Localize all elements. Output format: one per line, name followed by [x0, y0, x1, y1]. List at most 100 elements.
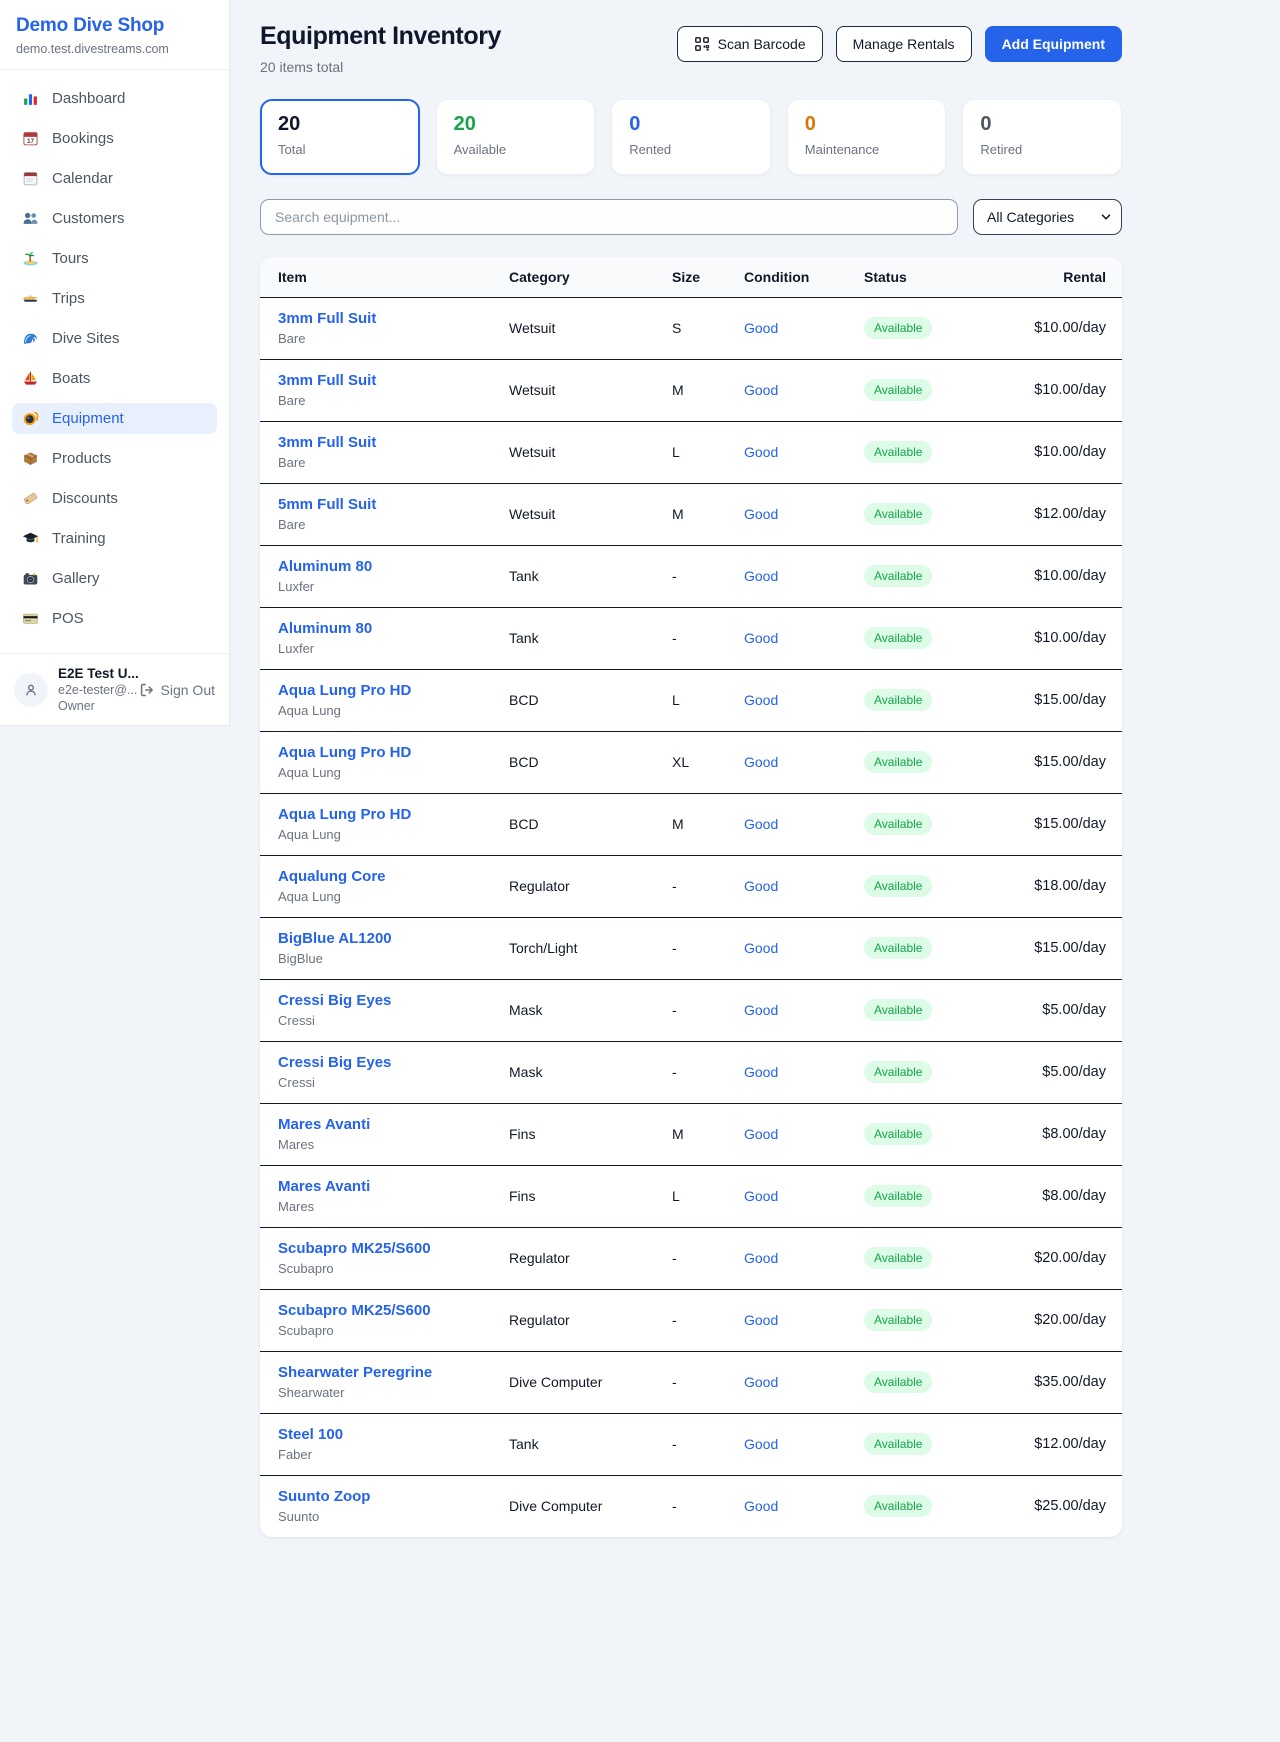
- stat-label: Available: [454, 142, 578, 157]
- item-name-link[interactable]: 3mm Full Suit: [278, 310, 376, 327]
- item-rental: $18.00/day: [1004, 855, 1122, 917]
- sidebar-item-products[interactable]: Products: [12, 443, 217, 474]
- brand-title[interactable]: Demo Dive Shop: [16, 15, 213, 37]
- pos-icon: [22, 610, 39, 627]
- filter-row: All Categories: [260, 199, 1122, 235]
- item-name-link[interactable]: Aqua Lung Pro HD: [278, 744, 411, 761]
- status-badge: Available: [864, 1247, 932, 1269]
- item-name-link[interactable]: Aluminum 80: [278, 620, 372, 637]
- table-row: Mares Avanti Mares Fins L Good Available…: [260, 1165, 1122, 1227]
- item-name-link[interactable]: Shearwater Peregrine: [278, 1364, 432, 1381]
- sidebar-item-dashboard[interactable]: Dashboard: [12, 83, 217, 114]
- sidebar-item-pos[interactable]: POS: [12, 603, 217, 634]
- item-name-link[interactable]: 3mm Full Suit: [278, 434, 376, 451]
- item-name-link[interactable]: 5mm Full Suit: [278, 496, 376, 513]
- item-condition-link[interactable]: Good: [744, 816, 778, 832]
- item-name-link[interactable]: Cressi Big Eyes: [278, 992, 391, 1009]
- stats-row: 20 Total 20 Available 0 Rented 0 Mainten…: [260, 99, 1122, 175]
- item-size: -: [672, 1475, 744, 1537]
- main-content: Equipment Inventory 20 items total: [230, 0, 1280, 1537]
- item-name-link[interactable]: Aqua Lung Pro HD: [278, 682, 411, 699]
- item-condition-link[interactable]: Good: [744, 568, 778, 584]
- item-size: L: [672, 1165, 744, 1227]
- item-condition-link[interactable]: Good: [744, 1126, 778, 1142]
- item-name-link[interactable]: Mares Avanti: [278, 1116, 370, 1133]
- item-name-link[interactable]: Suunto Zoop: [278, 1488, 370, 1505]
- item-brand: Scubapro: [278, 1261, 509, 1276]
- item-condition-link[interactable]: Good: [744, 444, 778, 460]
- table-header: Item Category Size Condition Status Rent…: [260, 257, 1122, 297]
- stat-card-total[interactable]: 20 Total: [260, 99, 420, 175]
- scan-barcode-button[interactable]: Scan Barcode: [677, 26, 823, 62]
- item-condition-link[interactable]: Good: [744, 630, 778, 646]
- stat-label: Total: [278, 142, 402, 157]
- add-equipment-button[interactable]: Add Equipment: [985, 26, 1122, 62]
- item-condition-link[interactable]: Good: [744, 1250, 778, 1266]
- item-condition-link[interactable]: Good: [744, 382, 778, 398]
- item-condition-link[interactable]: Good: [744, 1498, 778, 1514]
- sidebar-item-label: Dashboard: [52, 90, 125, 107]
- sidebar-item-customers[interactable]: Customers: [12, 203, 217, 234]
- item-condition-link[interactable]: Good: [744, 1064, 778, 1080]
- status-badge: Available: [864, 379, 932, 401]
- calendar-icon: [22, 170, 39, 187]
- items-total: 20 items total: [260, 59, 501, 75]
- sidebar-nav: Dashboard 17 Bookings Calendar Customers…: [0, 70, 229, 653]
- item-name-link[interactable]: 3mm Full Suit: [278, 372, 376, 389]
- item-condition-link[interactable]: Good: [744, 1312, 778, 1328]
- item-rental: $15.00/day: [1004, 917, 1122, 979]
- stat-card-maintenance[interactable]: 0 Maintenance: [787, 99, 947, 175]
- category-select[interactable]: All Categories: [973, 199, 1122, 235]
- item-condition-link[interactable]: Good: [744, 1374, 778, 1390]
- status-badge: Available: [864, 317, 932, 339]
- sidebar-item-training[interactable]: Training: [12, 523, 217, 554]
- item-condition-link[interactable]: Good: [744, 1002, 778, 1018]
- manage-rentals-button[interactable]: Manage Rentals: [836, 26, 972, 62]
- item-name-link[interactable]: Aluminum 80: [278, 558, 372, 575]
- stat-card-retired[interactable]: 0 Retired: [962, 99, 1122, 175]
- item-rental: $8.00/day: [1004, 1165, 1122, 1227]
- item-name-link[interactable]: Aqua Lung Pro HD: [278, 806, 411, 823]
- item-brand: Luxfer: [278, 641, 509, 656]
- item-brand: Luxfer: [278, 579, 509, 594]
- bookings-icon: 17: [22, 130, 39, 147]
- item-condition-link[interactable]: Good: [744, 506, 778, 522]
- item-name-link[interactable]: Aqualung Core: [278, 868, 386, 885]
- item-condition-link[interactable]: Good: [744, 878, 778, 894]
- sidebar-item-discounts[interactable]: Discounts: [12, 483, 217, 514]
- sidebar-item-tours[interactable]: Tours: [12, 243, 217, 274]
- sidebar-item-equipment[interactable]: Equipment: [12, 403, 217, 434]
- item-size: M: [672, 793, 744, 855]
- item-condition-link[interactable]: Good: [744, 754, 778, 770]
- item-size: -: [672, 979, 744, 1041]
- table-row: Aluminum 80 Luxfer Tank - Good Available…: [260, 545, 1122, 607]
- sidebar-item-calendar[interactable]: Calendar: [12, 163, 217, 194]
- item-name-link[interactable]: BigBlue AL1200: [278, 930, 392, 947]
- stat-card-rented[interactable]: 0 Rented: [611, 99, 771, 175]
- search-input[interactable]: [260, 199, 958, 235]
- item-name-link[interactable]: Scubapro MK25/S600: [278, 1302, 431, 1319]
- sidebar-item-boats[interactable]: Boats: [12, 363, 217, 394]
- item-condition-link[interactable]: Good: [744, 320, 778, 336]
- item-name-link[interactable]: Scubapro MK25/S600: [278, 1240, 431, 1257]
- sidebar-item-gallery[interactable]: Gallery: [12, 563, 217, 594]
- item-category: Mask: [509, 1041, 672, 1103]
- item-name-link[interactable]: Cressi Big Eyes: [278, 1054, 391, 1071]
- item-category: Fins: [509, 1165, 672, 1227]
- item-name-link[interactable]: Steel 100: [278, 1426, 343, 1443]
- sidebar-item-dive-sites[interactable]: Dive Sites: [12, 323, 217, 354]
- status-badge: Available: [864, 1185, 932, 1207]
- sidebar-item-trips[interactable]: Trips: [12, 283, 217, 314]
- item-condition-link[interactable]: Good: [744, 1188, 778, 1204]
- item-condition-link[interactable]: Good: [744, 692, 778, 708]
- sidebar-item-label: Tours: [52, 250, 89, 267]
- item-name-link[interactable]: Mares Avanti: [278, 1178, 370, 1195]
- item-rental: $25.00/day: [1004, 1475, 1122, 1537]
- sign-out-button[interactable]: Sign Out: [139, 682, 215, 698]
- stat-card-available[interactable]: 20 Available: [436, 99, 596, 175]
- status-badge: Available: [864, 565, 932, 587]
- item-category: Tank: [509, 1413, 672, 1475]
- sidebar-item-bookings[interactable]: 17 Bookings: [12, 123, 217, 154]
- item-condition-link[interactable]: Good: [744, 1436, 778, 1452]
- item-condition-link[interactable]: Good: [744, 940, 778, 956]
